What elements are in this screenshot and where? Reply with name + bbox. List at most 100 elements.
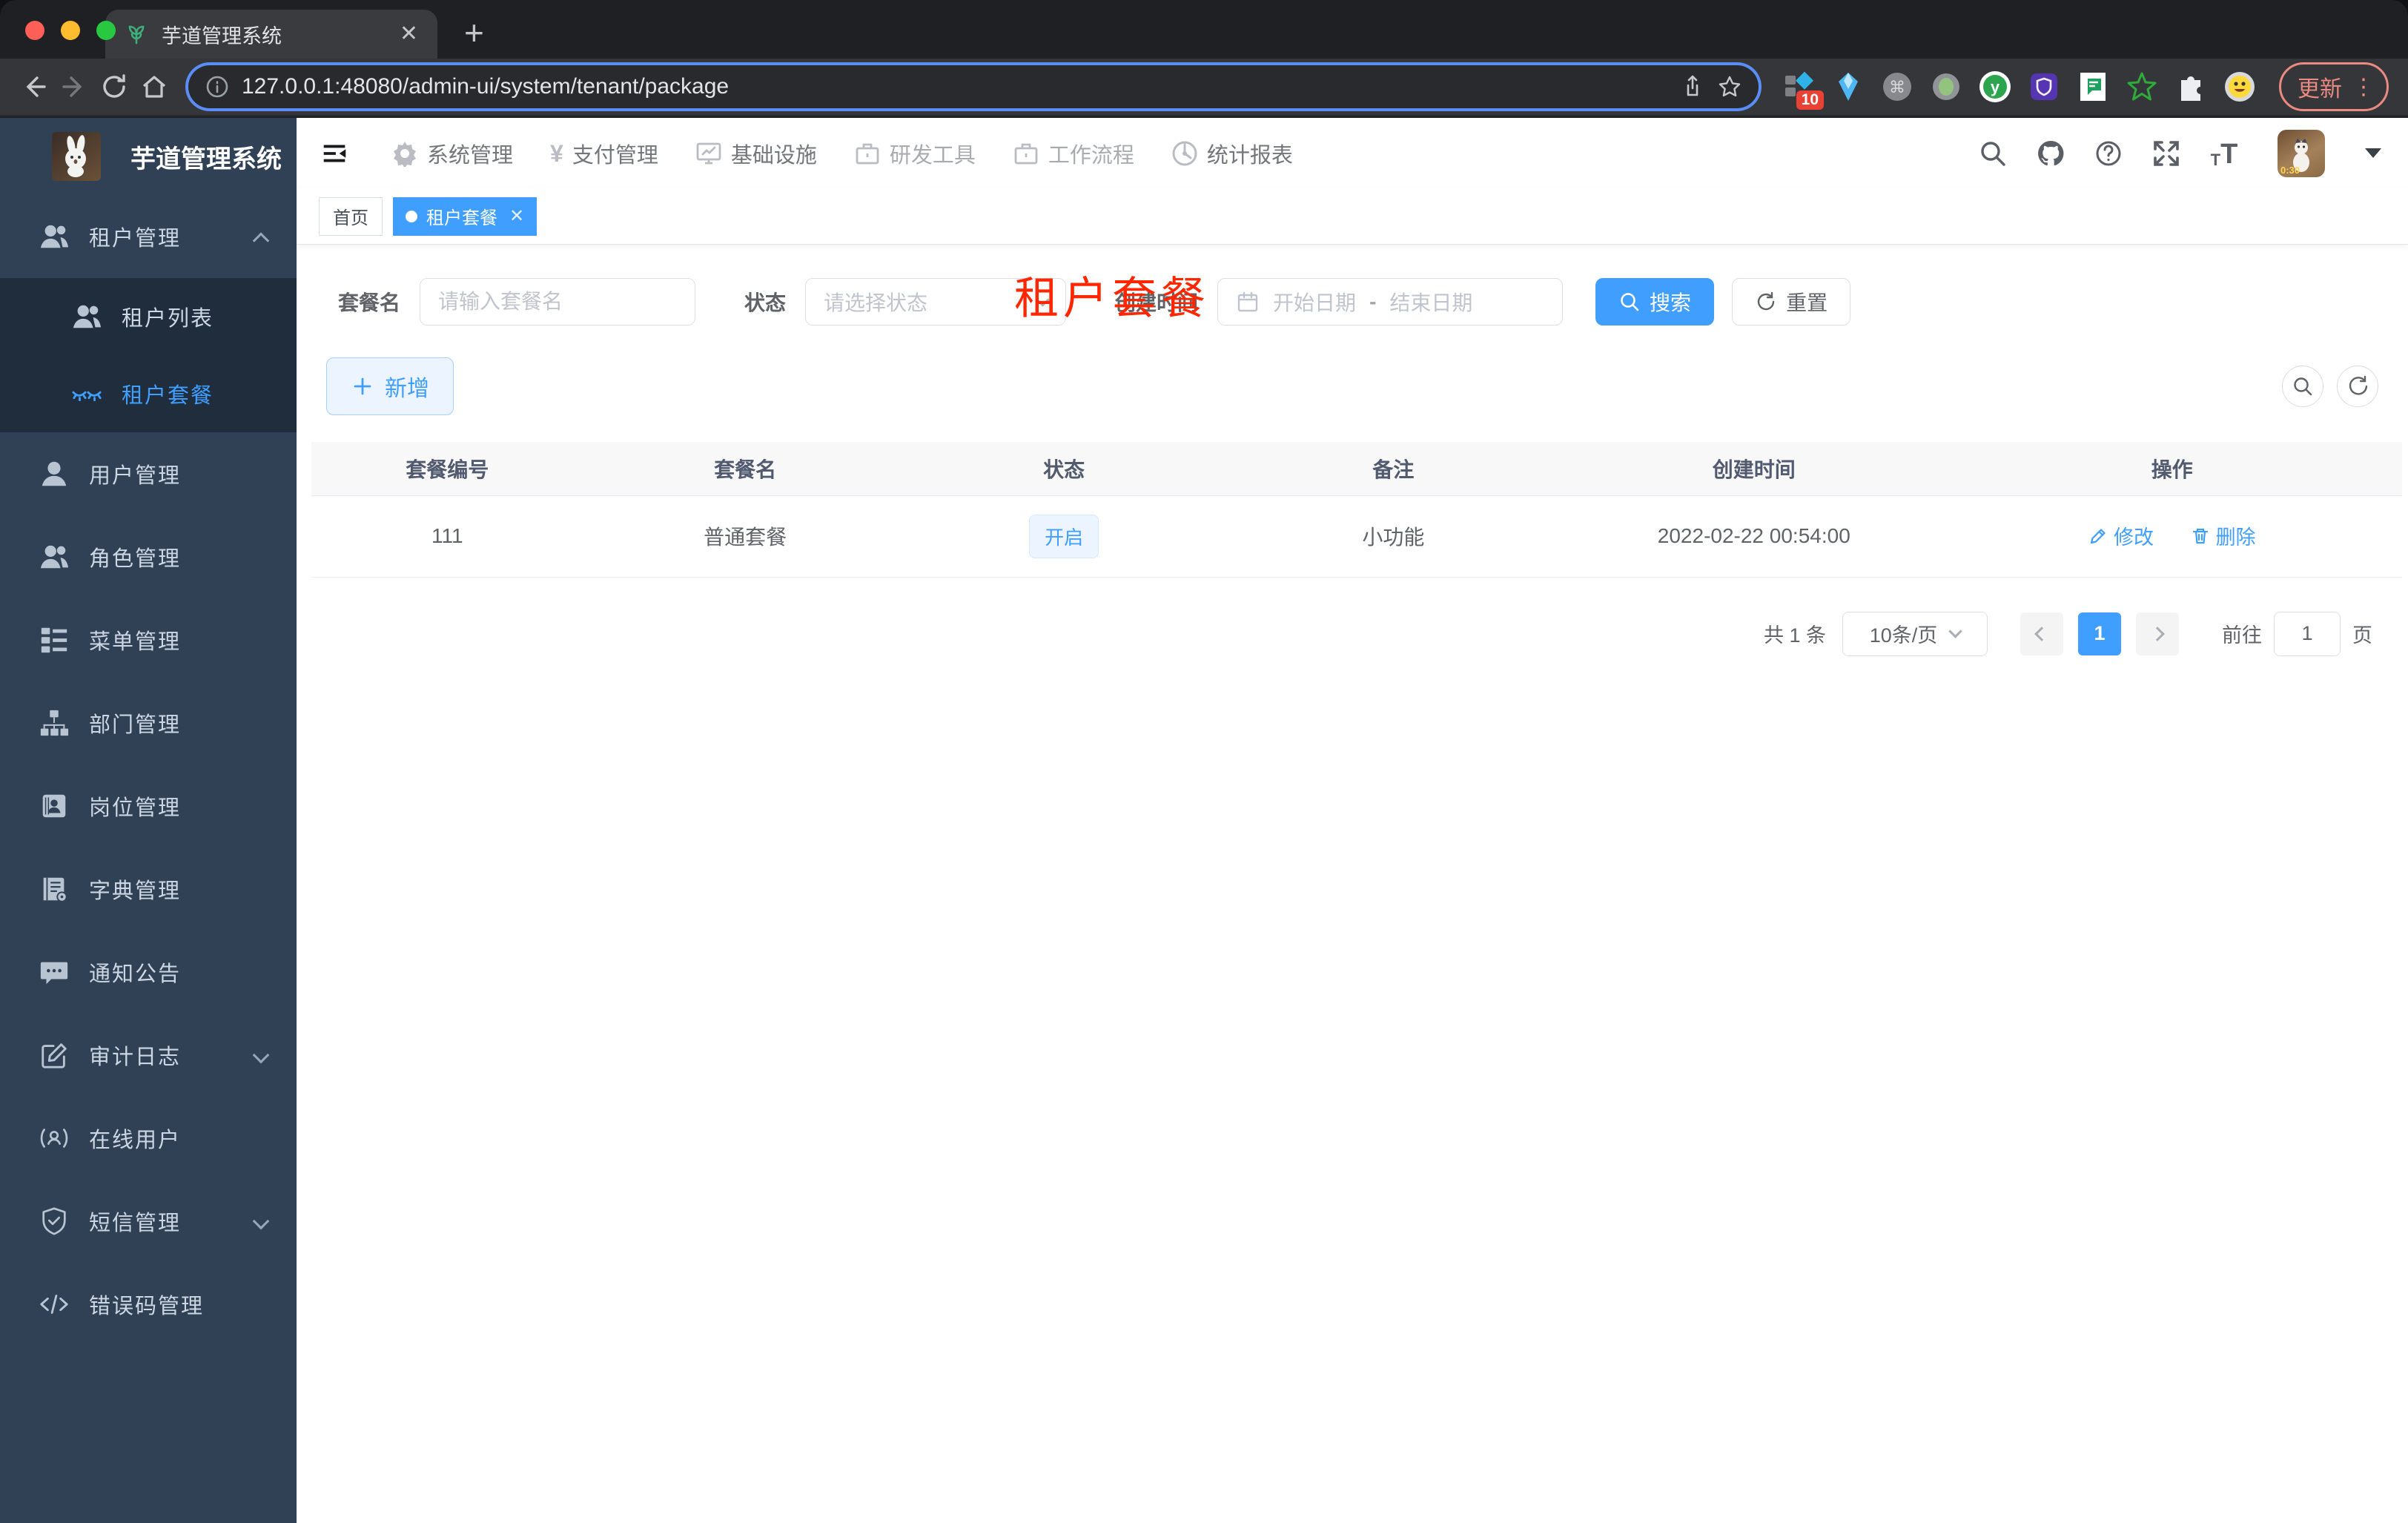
top-nav-workflow[interactable]: 工作流程 <box>1013 138 1134 169</box>
update-label: 更新 <box>2298 77 2342 102</box>
search-icon[interactable] <box>1978 139 2008 168</box>
app-header: 系统管理 ¥ 支付管理 基础设施 研发工具 工作流程 统计报表 T T 0:30 <box>297 118 2408 188</box>
browser-menu-icon[interactable]: ⋮ <box>2352 76 2375 98</box>
active-dot-icon <box>406 210 417 222</box>
extension-y-icon[interactable]: y <box>1978 70 2012 104</box>
top-nav-payment[interactable]: ¥ 支付管理 <box>550 138 658 169</box>
sidebar-logo-row[interactable]: 芋道管理系统 <box>0 118 297 195</box>
extension-gem-icon[interactable] <box>1831 70 1865 104</box>
package-name-input[interactable] <box>420 278 696 326</box>
sidebar-item-menu-management[interactable]: 菜单管理 <box>0 598 297 681</box>
app-title: 芋道管理系统 <box>130 145 282 174</box>
tab-title: 芋道管理系统 <box>162 24 282 47</box>
github-icon[interactable] <box>2036 139 2065 168</box>
top-nav-infra[interactable]: 基础设施 <box>695 138 817 169</box>
share-icon[interactable] <box>1680 74 1705 99</box>
tenant-package-icon <box>71 378 102 409</box>
page-number-button[interactable]: 1 <box>2078 612 2121 655</box>
extension-dot-icon[interactable] <box>1929 70 1963 104</box>
avatar[interactable]: 0:30 <box>2278 129 2325 177</box>
sidebar-item-post-management[interactable]: 岗位管理 <box>0 764 297 848</box>
extension-emoji-icon[interactable] <box>2223 70 2257 104</box>
update-button[interactable]: 更新 ⋮ <box>2279 62 2389 111</box>
sidebar-item-user-management[interactable]: 用户管理 <box>0 432 297 515</box>
date-range-picker[interactable]: 开始日期 - 结束日期 <box>1217 278 1564 326</box>
prev-page-button[interactable] <box>2020 612 2063 655</box>
sidebar-item-role-management[interactable]: 角色管理 <box>0 515 297 598</box>
next-page-button[interactable] <box>2136 612 2179 655</box>
close-window-button[interactable] <box>25 21 44 40</box>
edit-log-icon <box>39 1040 70 1071</box>
chevron-down-icon <box>252 1046 270 1064</box>
sidebar-item-sms-management[interactable]: 短信管理 <box>0 1180 297 1263</box>
page-size-select[interactable]: 10条/页 <box>1842 611 1988 656</box>
sidebar-item-tenant-management[interactable]: 租户管理 <box>0 195 297 278</box>
chevron-left-icon <box>2034 626 2049 641</box>
sidebar-item-audit-log[interactable]: 审计日志 <box>0 1014 297 1097</box>
font-size-icon[interactable]: TT <box>2209 139 2239 168</box>
main-panel: 系统管理 ¥ 支付管理 基础设施 研发工具 工作流程 统计报表 T T 0:30… <box>297 118 2408 1523</box>
sidebar-item-tenant-list[interactable]: 租户列表 <box>0 278 297 355</box>
browser-window: 芋道管理系统 ✕ + 127.0.0.1:48080/admin-ui/syst… <box>0 0 2408 1523</box>
sidebar-item-dept-management[interactable]: 部门管理 <box>0 681 297 764</box>
extension-badge: 10 <box>1796 90 1824 110</box>
edit-link[interactable]: 修改 <box>2088 521 2154 550</box>
sidebar-fold-button[interactable] <box>319 138 350 169</box>
top-nav-report[interactable]: 统计报表 <box>1171 138 1293 169</box>
sidebar-item-label: 审计日志 <box>89 1045 182 1069</box>
org-tree-icon <box>39 707 70 739</box>
extension-command-icon[interactable]: ⌘ <box>1880 70 1914 104</box>
tag-close-icon[interactable]: ✕ <box>509 205 524 227</box>
extension-chat-icon[interactable] <box>2076 70 2110 104</box>
new-tab-button[interactable]: + <box>464 13 484 53</box>
shield-check-icon <box>39 1206 70 1237</box>
minimize-window-button[interactable] <box>61 21 80 40</box>
sidebar-item-label: 错误码管理 <box>89 1295 205 1318</box>
extension-grid-icon[interactable]: 10 <box>1782 70 1824 110</box>
reload-button[interactable] <box>99 72 129 102</box>
add-button[interactable]: 新增 <box>326 357 454 415</box>
sidebar-item-label: 菜单管理 <box>89 630 182 654</box>
sidebar-item-online-users[interactable]: 在线用户 <box>0 1097 297 1180</box>
cell-status: 开启 <box>907 495 1221 578</box>
goto-page-input[interactable] <box>2274 611 2341 656</box>
fullscreen-icon[interactable] <box>2151 139 2181 168</box>
code-icon <box>39 1289 70 1320</box>
search-button[interactable]: 搜索 <box>1595 278 1715 326</box>
tool-search-button[interactable] <box>2282 366 2323 407</box>
dashboard-icon <box>1171 140 1198 167</box>
page-title-overlay: 租户套餐 <box>1014 274 1210 323</box>
tag-tenant-package[interactable]: 租户套餐 ✕ <box>393 196 538 236</box>
tool-refresh-button[interactable] <box>2337 366 2378 407</box>
home-button[interactable] <box>139 72 169 102</box>
reset-button[interactable]: 重置 <box>1732 278 1851 326</box>
avatar-caret-icon[interactable] <box>2365 148 2381 158</box>
cell-package-name: 普通套餐 <box>583 495 907 578</box>
tab-close-icon[interactable]: ✕ <box>400 23 418 45</box>
table-toolbar: 新增 <box>326 357 2378 415</box>
delete-link[interactable]: 删除 <box>2191 521 2256 550</box>
url-bar[interactable]: 127.0.0.1:48080/admin-ui/system/tenant/p… <box>188 65 1759 108</box>
bookmark-star-icon[interactable] <box>1717 74 1742 99</box>
browser-tab[interactable]: 芋道管理系统 ✕ <box>105 10 437 59</box>
forward-button[interactable] <box>59 72 89 102</box>
sidebar-item-notice[interactable]: 通知公告 <box>0 931 297 1014</box>
extension-shield-icon[interactable] <box>2027 70 2061 104</box>
help-icon[interactable] <box>2094 139 2123 168</box>
top-nav-system[interactable]: 系统管理 <box>391 138 513 169</box>
sidebar-item-tenant-package[interactable]: 租户套餐 <box>0 355 297 432</box>
back-button[interactable] <box>19 72 49 102</box>
column-created: 创建时间 <box>1565 442 1942 496</box>
chevron-down-icon <box>1948 624 1962 638</box>
avatar-time-label: 0:30 <box>2280 164 2300 176</box>
zoom-window-button[interactable] <box>96 21 116 40</box>
top-nav-devtools[interactable]: 研发工具 <box>854 138 976 169</box>
sidebar-item-error-code[interactable]: 错误码管理 <box>0 1263 297 1346</box>
package-name-input-field[interactable] <box>438 290 678 314</box>
sidebar-item-dict-management[interactable]: 字典管理 <box>0 848 297 931</box>
tree-table-icon <box>39 624 70 655</box>
extension-star-icon[interactable] <box>2125 70 2159 104</box>
tag-home[interactable]: 首页 <box>319 196 383 236</box>
site-info-icon[interactable] <box>205 74 230 99</box>
extension-puzzle-icon[interactable] <box>2174 70 2208 104</box>
